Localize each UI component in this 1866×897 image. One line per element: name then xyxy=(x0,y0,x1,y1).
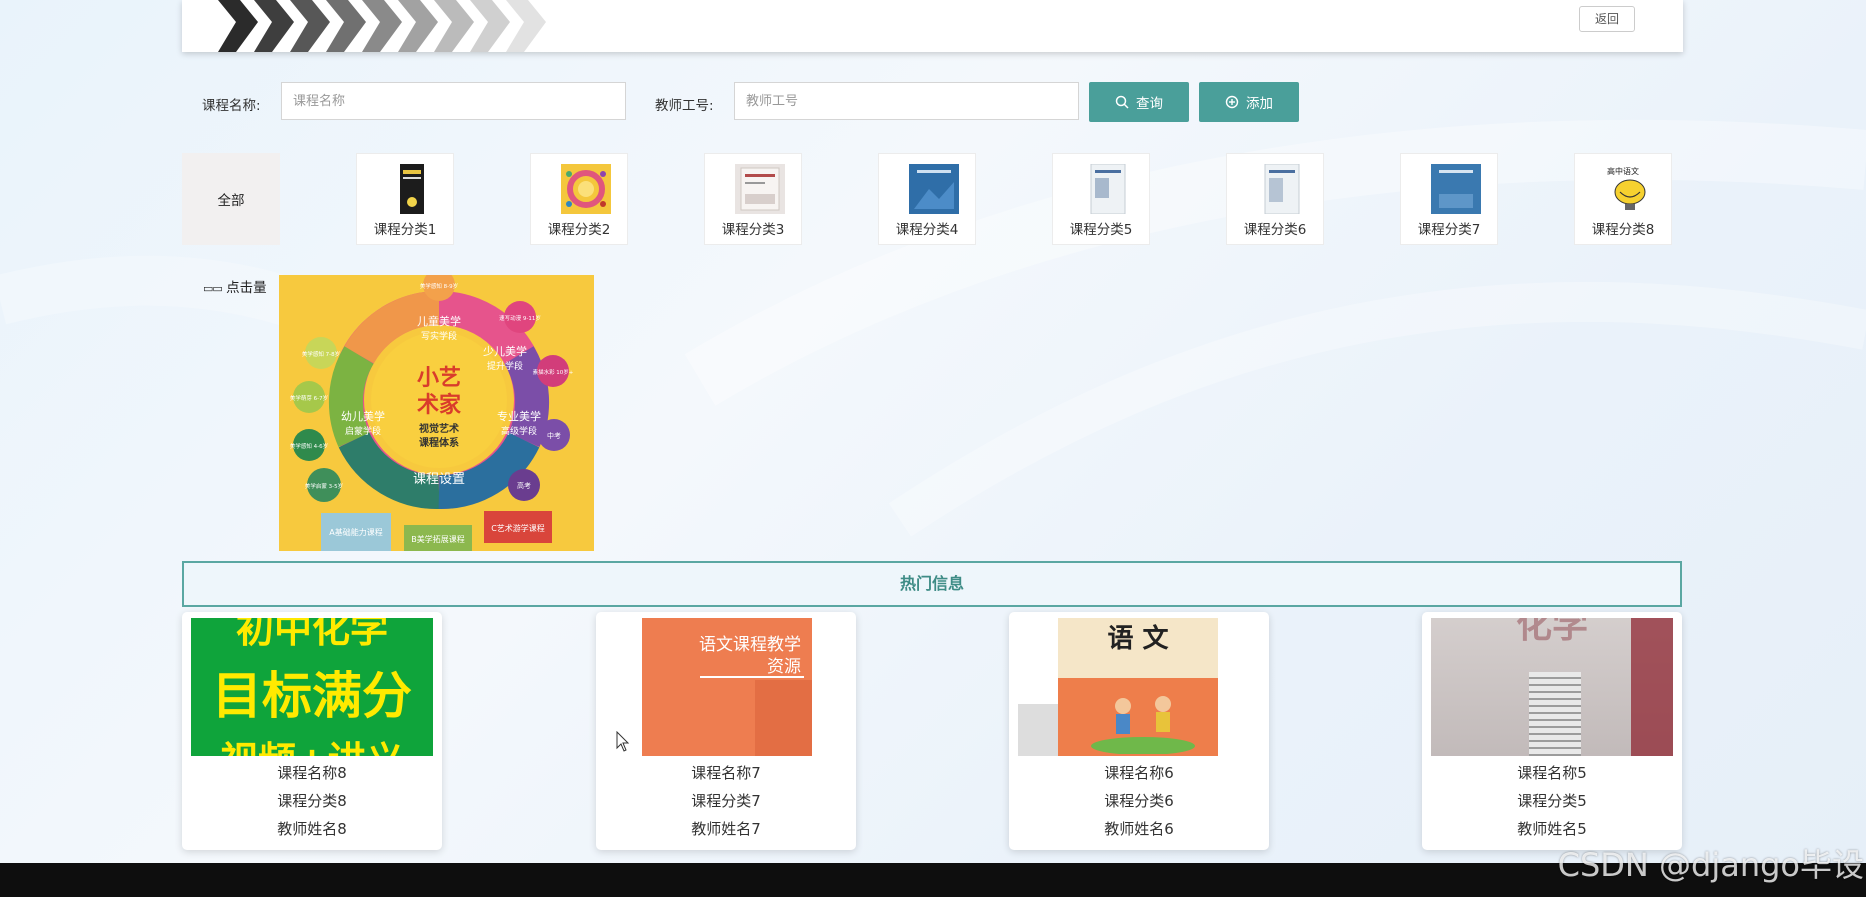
cover-text-top: 初中化学 xyxy=(235,618,388,651)
card-teacher: 教师姓名8 xyxy=(277,820,347,838)
poster-ring-6: 高级学段 xyxy=(501,425,537,437)
book-cover-image xyxy=(1431,164,1481,214)
hot-card-4[interactable]: 化学 课程名称5 课程分类5 教师姓名5 xyxy=(1422,612,1682,850)
book-cover-image xyxy=(1090,164,1126,214)
poster-box-c: C艺术游学课程 xyxy=(491,523,545,533)
cover-text-bottom: 视频+讲义 xyxy=(191,730,433,756)
add-button[interactable]: 添加 xyxy=(1199,82,1299,122)
card-category: 课程分类5 xyxy=(1517,792,1587,810)
poster-bubble-5: 美学感知 8-9岁 xyxy=(420,282,458,290)
back-button[interactable]: 返回 xyxy=(1579,6,1635,32)
poster-bubble-8: 中考 xyxy=(547,431,561,440)
poster-bubble-9: 高考 xyxy=(517,481,531,490)
poster-ring-3: 少儿美学 xyxy=(483,344,527,358)
book-icon: ▭▭ xyxy=(203,282,223,295)
mouse-cursor-icon xyxy=(616,731,630,752)
course-name-label: 课程名称: xyxy=(202,98,261,114)
top-banner: 返回 xyxy=(182,0,1683,52)
course-thumb-image xyxy=(561,164,611,214)
poster-ring-1: 儿童美学 xyxy=(417,314,461,328)
category-item-5[interactable]: 课程分类5 xyxy=(1052,153,1150,245)
query-label: 查询 xyxy=(1136,96,1163,112)
category-item-4[interactable]: 课程分类4 xyxy=(878,153,976,245)
category-label: 课程分类3 xyxy=(721,222,785,238)
poster-center-bottom: 课程设置 xyxy=(413,472,465,487)
category-label: 课程分类2 xyxy=(547,222,611,238)
teacher-no-input[interactable]: 教师工号 xyxy=(734,82,1079,120)
card-course-name: 课程名称8 xyxy=(277,764,347,782)
card-category: 课程分类7 xyxy=(691,792,761,810)
poster-ring-7: 幼儿美学 xyxy=(341,409,385,423)
category-label: 课程分类5 xyxy=(1069,222,1133,238)
book-cover-image xyxy=(1264,164,1300,214)
poster-bubble-7: 素描水彩 10岁+ xyxy=(533,368,574,376)
children-illustration xyxy=(1091,696,1195,754)
hot-card-2[interactable]: 语文课程教学 资源 课程名称7 课程分类7 教师姓名7 xyxy=(596,612,856,850)
course-cover-image: 初中化学 目标满分 视频+讲义 xyxy=(191,618,433,756)
hot-card-1[interactable]: 初中化学 目标满分 视频+讲义 课程名称8 课程分类8 教师姓名8 xyxy=(182,612,442,850)
poster-sub-1: 视觉艺术 xyxy=(419,422,459,435)
book-cover-image xyxy=(909,164,959,214)
card-teacher: 教师姓名7 xyxy=(691,820,761,838)
click-rank-label: ▭▭ 点击量 xyxy=(203,276,267,296)
poster-box-b: B美学拓展课程 xyxy=(411,534,465,544)
hot-info-title: 热门信息 xyxy=(182,561,1682,607)
watermark: CSDN @django毕设 xyxy=(1557,846,1864,884)
category-item-1[interactable]: 课程分类1 xyxy=(356,153,454,245)
search-bar: 课程名称: 课程名称 教师工号: 教师工号 查询 添加 xyxy=(0,82,1866,122)
poster-ring-4: 提升学段 xyxy=(487,360,523,372)
category-all[interactable]: 全部 xyxy=(182,153,280,245)
poster-bubble-6: 速写动漫 9-11岁 xyxy=(499,314,541,322)
course-cover-image: 语文课程教学 资源 xyxy=(605,618,847,756)
teacher-no-label: 教师工号: xyxy=(655,98,714,114)
course-cover-image: 化学 xyxy=(1431,618,1673,756)
poster-title-1: 小艺 xyxy=(417,365,461,391)
card-teacher: 教师姓名6 xyxy=(1104,820,1174,838)
poster-ring-2: 写实学段 xyxy=(421,330,457,342)
course-name-input[interactable]: 课程名称 xyxy=(281,82,626,120)
poster-box-a: A基础能力课程 xyxy=(329,527,382,537)
poster-title-2: 术家 xyxy=(417,392,462,418)
chevron-decoration xyxy=(218,0,546,52)
add-label: 添加 xyxy=(1246,96,1273,112)
category-label: 课程分类7 xyxy=(1417,222,1481,238)
poster-bubble-1: 美学启蒙 3-5岁 xyxy=(305,482,343,490)
poster-ring-5: 专业美学 xyxy=(497,409,541,423)
card-course-name: 课程名称5 xyxy=(1517,764,1587,782)
poster-sub-2: 课程体系 xyxy=(419,436,459,449)
book-cover-image xyxy=(735,164,785,214)
card-teacher: 教师姓名5 xyxy=(1517,820,1587,838)
cover-title: 语 文 xyxy=(1107,624,1169,654)
top-clicked-poster[interactable]: 小艺 术家 视觉艺术 课程体系 课程设置 儿童美学 写实学段 少儿美学 提升学段… xyxy=(279,275,594,551)
poster-bubble-2: 美学感知 4-6岁 xyxy=(290,442,328,450)
category-label: 课程分类6 xyxy=(1243,222,1307,238)
cover-title-2: 资源 xyxy=(767,657,801,677)
category-item-2[interactable]: 课程分类2 xyxy=(530,153,628,245)
card-course-name: 课程名称6 xyxy=(1104,764,1174,782)
category-item-6[interactable]: 课程分类6 xyxy=(1226,153,1324,245)
category-item-7[interactable]: 课程分类7 xyxy=(1400,153,1498,245)
card-course-name: 课程名称7 xyxy=(691,764,761,782)
book-cover-image xyxy=(400,164,424,214)
category-label: 课程分类4 xyxy=(895,222,959,238)
hot-card-3[interactable]: 语 文 课程名称6 课程分类6 教师姓名6 xyxy=(1009,612,1269,850)
plus-circle-icon xyxy=(1225,95,1239,109)
poster-bubble-3: 美学萌芽 6-7岁 xyxy=(290,394,328,402)
card-category: 课程分类8 xyxy=(277,792,347,810)
poster-ring-8: 启蒙学段 xyxy=(345,425,381,437)
card-category: 课程分类6 xyxy=(1104,792,1174,810)
category-label: 课程分类8 xyxy=(1591,222,1655,238)
category-label: 课程分类1 xyxy=(373,222,437,238)
category-item-3[interactable]: 课程分类3 xyxy=(704,153,802,245)
course-cover-image: 语 文 xyxy=(1018,618,1260,756)
click-rank-text: 点击量 xyxy=(226,280,267,296)
poster-bubble-4: 美学感知 7-8岁 xyxy=(302,350,340,358)
search-icon xyxy=(1115,95,1129,109)
lightbulb-icon xyxy=(1614,179,1646,210)
query-button[interactable]: 查询 xyxy=(1089,82,1189,122)
cover-text-main: 目标满分 xyxy=(212,667,412,725)
category-item-8[interactable]: 高中语文 课程分类8 xyxy=(1574,153,1672,245)
